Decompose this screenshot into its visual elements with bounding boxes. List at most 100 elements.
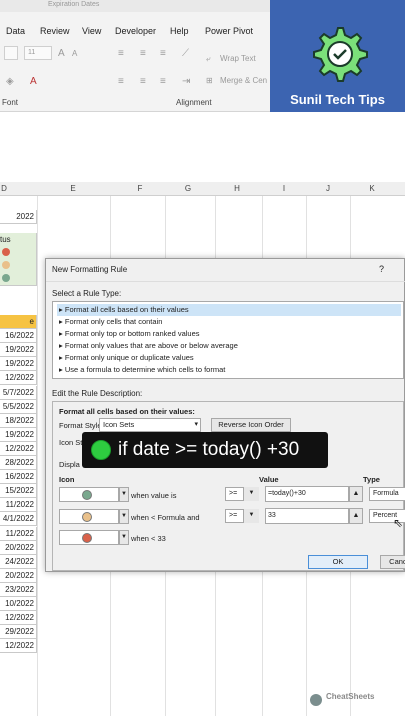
table-cell[interactable] — [0, 259, 37, 273]
chevron-down-icon[interactable]: ▼ — [119, 530, 129, 545]
align-right-icon[interactable]: ≡ — [160, 76, 166, 87]
icon-dropdown-yellow[interactable] — [59, 509, 119, 524]
range-select-icon[interactable]: ▲ — [349, 486, 363, 502]
table-cell[interactable]: 12/2022 — [0, 611, 37, 626]
align-top-icon[interactable]: ≡ — [118, 48, 124, 59]
table-cell[interactable]: 19/2022 — [0, 343, 37, 358]
table-cell[interactable]: 18/2022 — [0, 413, 37, 428]
menu-data[interactable]: Data — [6, 26, 25, 36]
rule-type-item[interactable]: ▸ Use a formula to determine which cells… — [57, 364, 401, 376]
chevron-down-icon[interactable]: ▼ — [243, 509, 259, 523]
merge-center-button[interactable]: Merge & Cen — [220, 76, 267, 85]
new-formatting-rule-dialog: New Formatting Rule ? Select a Rule Type… — [45, 258, 405, 572]
type-dropdown[interactable]: Formula — [369, 487, 405, 501]
table-cell[interactable]: 29/2022 — [0, 625, 37, 640]
status-circle-icon — [2, 274, 10, 282]
rule-condition: when value is — [131, 491, 177, 500]
wrap-text-icon[interactable]: ⤶ — [206, 54, 210, 64]
font-name-dropdown[interactable] — [4, 46, 18, 60]
table-cell[interactable]: 12/2022 — [0, 639, 37, 654]
indent-icon[interactable]: ⇥ — [182, 76, 190, 87]
value-column-header: Value — [259, 475, 279, 484]
table-cell[interactable]: 12/2022 — [0, 441, 37, 456]
edit-description-label: Edit the Rule Description: — [52, 389, 143, 398]
reverse-icon-order-button[interactable]: Reverse Icon Order — [211, 418, 291, 432]
table-cell[interactable]: 5/7/2022 — [0, 385, 37, 400]
orientation-icon[interactable]: ⟋ — [182, 48, 189, 59]
value-input[interactable]: =today()+30 — [265, 486, 349, 502]
rule-type-item[interactable]: ▸ Format only top or bottom ranked value… — [57, 328, 401, 340]
table-cell[interactable]: e — [0, 315, 37, 329]
menu-review[interactable]: Review — [40, 26, 70, 36]
merge-icon[interactable]: ⊞ — [206, 76, 213, 85]
shrink-font-icon[interactable]: A — [72, 49, 77, 58]
rule-type-item[interactable]: ▸ Format only values that are above or b… — [57, 340, 401, 352]
menu-developer[interactable]: Developer — [115, 26, 156, 36]
table-cell[interactable]: 20/2022 — [0, 568, 37, 583]
column-header-j[interactable]: J — [318, 184, 338, 193]
font-color-icon[interactable]: A — [30, 76, 37, 87]
table-cell[interactable]: 16/2022 — [0, 470, 37, 485]
icon-style-label: Icon St — [59, 438, 83, 447]
chevron-down-icon[interactable]: ▼ — [119, 509, 129, 524]
column-header-f[interactable]: F — [130, 184, 150, 193]
align-middle-icon[interactable]: ≡ — [140, 48, 146, 59]
format-style-dropdown[interactable]: Icon Sets ▾ — [99, 418, 201, 432]
icon-dropdown-green[interactable] — [59, 487, 119, 502]
rule-type-item[interactable]: ▸ Format only cells that contain — [57, 316, 401, 328]
table-cell[interactable]: 28/2022 — [0, 456, 37, 470]
table-cell[interactable]: 2022 — [0, 210, 37, 224]
type-column-header: Type — [363, 475, 380, 484]
column-header-g[interactable]: G — [178, 184, 198, 193]
table-cell[interactable] — [0, 246, 37, 260]
align-left-icon[interactable]: ≡ — [118, 76, 124, 87]
caption-text: if date >= today() +30 — [118, 439, 300, 460]
table-cell[interactable]: 24/2022 — [0, 554, 37, 569]
menu-power-pivot[interactable]: Power Pivot — [205, 26, 253, 36]
rule-type-item[interactable]: ▸ Format all cells based on their values — [57, 304, 401, 316]
font-group-label: Font — [2, 98, 19, 107]
range-select-icon[interactable]: ▲ — [349, 508, 363, 524]
table-cell[interactable] — [0, 272, 37, 286]
table-cell[interactable]: 5/5/2022 — [0, 399, 37, 414]
column-header-h[interactable]: H — [227, 184, 247, 193]
icon-dropdown-red[interactable] — [59, 530, 119, 545]
rule-description-panel: Format all cells based on their values: … — [52, 401, 405, 571]
table-cell[interactable]: 11/2022 — [0, 498, 37, 513]
align-center-icon[interactable]: ≡ — [140, 76, 146, 87]
value-input[interactable]: 33 — [265, 508, 349, 524]
red-circle-icon — [82, 533, 92, 543]
column-header-d[interactable]: D — [0, 184, 14, 193]
table-cell[interactable]: 4/1/2022 — [0, 512, 37, 527]
table-cell[interactable]: 23/2022 — [0, 582, 37, 597]
menu-help[interactable]: Help — [170, 26, 189, 36]
table-cell[interactable]: 19/2022 — [0, 357, 37, 372]
grow-font-icon[interactable]: A — [58, 48, 65, 59]
font-size-dropdown[interactable]: 11 — [24, 46, 52, 60]
column-header-k[interactable]: K — [362, 184, 382, 193]
format-style-label: Format Style: — [59, 421, 104, 430]
dialog-title: New Formatting Rule — [52, 265, 128, 274]
menu-view[interactable]: View — [82, 26, 101, 36]
table-cell[interactable]: 12/2022 — [0, 371, 37, 386]
rule-type-list[interactable]: ▸ Format all cells based on their values… — [52, 301, 404, 379]
ok-button[interactable]: OK — [308, 555, 368, 569]
chevron-down-icon[interactable]: ▼ — [119, 487, 129, 502]
table-cell[interactable]: 15/2022 — [0, 484, 37, 499]
table-cell[interactable]: 16/2022 — [0, 329, 37, 344]
table-cell[interactable]: 20/2022 — [0, 540, 37, 555]
cancel-button[interactable]: Cance — [380, 555, 405, 569]
green-circle-icon — [91, 440, 111, 460]
wrap-text-button[interactable]: Wrap Text — [220, 54, 256, 63]
help-button[interactable]: ? — [379, 264, 384, 274]
rule-type-item[interactable]: ▸ Format only unique or duplicate values — [57, 352, 401, 364]
table-cell[interactable]: 19/2022 — [0, 427, 37, 442]
chevron-down-icon[interactable]: ▼ — [243, 487, 259, 501]
align-bottom-icon[interactable]: ≡ — [160, 48, 166, 59]
table-cell[interactable]: 10/2022 — [0, 597, 37, 611]
table-cell[interactable]: 11/2022 — [0, 526, 37, 541]
column-header-i[interactable]: I — [274, 184, 294, 193]
table-cell[interactable]: tus — [0, 233, 37, 247]
column-header-e[interactable]: E — [63, 184, 83, 193]
fill-color-icon[interactable]: ◈ — [6, 76, 14, 87]
